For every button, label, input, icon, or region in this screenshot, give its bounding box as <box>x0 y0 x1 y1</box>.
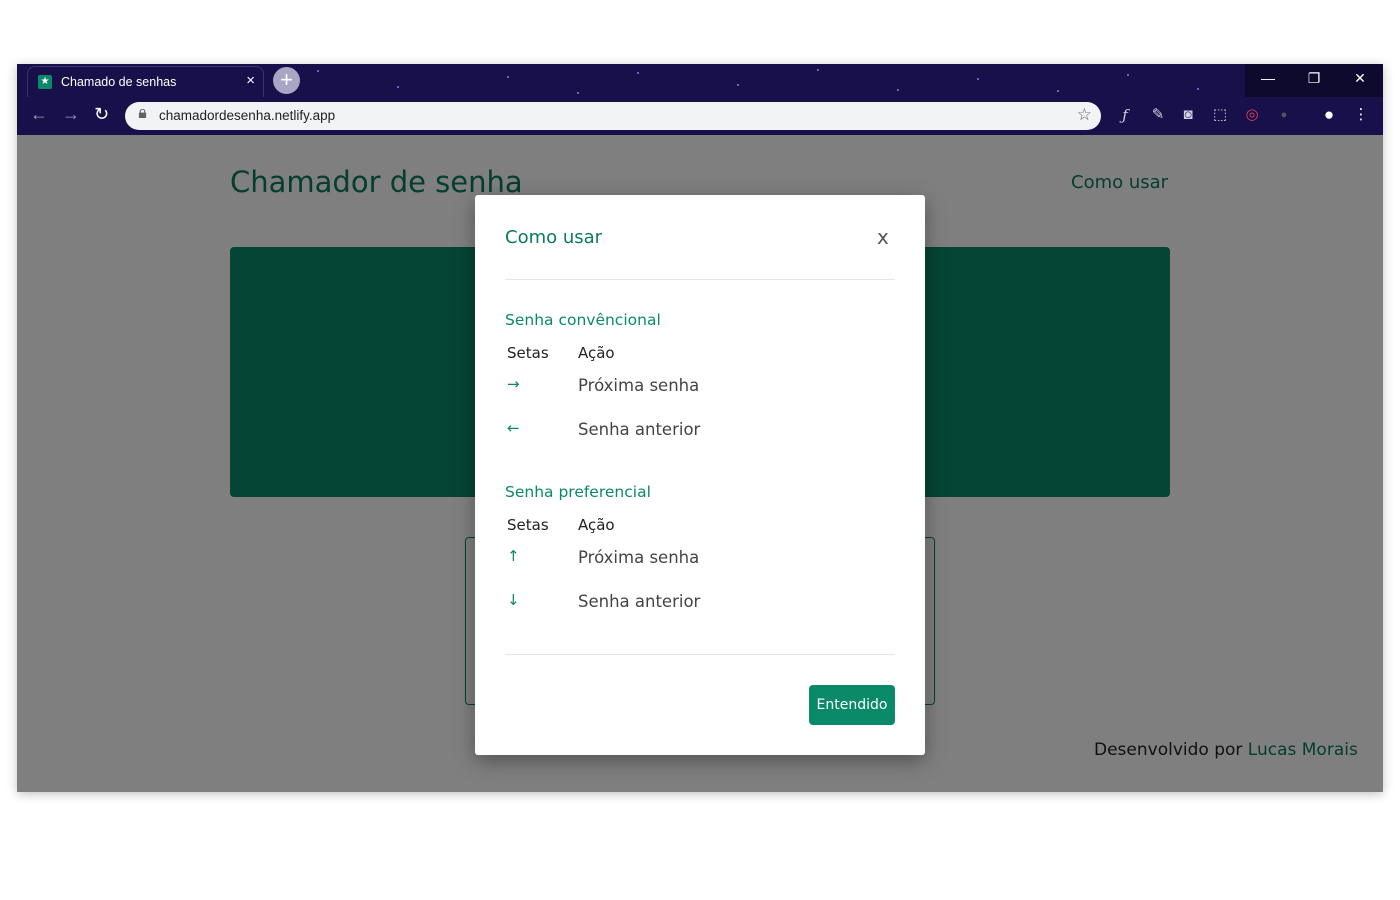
browser-tab[interactable]: ★ Chamado de senhas × <box>27 66 264 97</box>
column-header-action: Ação <box>578 344 615 362</box>
arrow-up-icon: ↑ <box>507 547 520 565</box>
reload-icon[interactable]: ↻ <box>94 104 109 125</box>
extension-screenshot-icon[interactable]: ⬚ <box>1210 105 1230 125</box>
window-close-icon[interactable]: ✕ <box>1337 64 1383 94</box>
address-bar[interactable]: chamadordesenha.netlify.app ☆ <box>125 102 1101 130</box>
forward-icon[interactable]: → <box>62 104 80 125</box>
modal-footer-divider <box>505 654 895 655</box>
browser-toolbar: ← → ↻ chamadordesenha.netlify.app ☆ ƒ ✎ … <box>17 97 1383 135</box>
section-title-conventional: Senha convêncional <box>505 311 661 329</box>
section-title-preferential: Senha preferencial <box>505 483 651 501</box>
back-icon[interactable]: ← <box>30 104 48 125</box>
close-tab-icon[interactable]: × <box>246 72 255 89</box>
arrow-down-icon: ↓ <box>507 591 520 609</box>
action-label: Próxima senha <box>578 548 700 567</box>
browser-menu-icon[interactable]: ⋮ <box>1351 105 1371 125</box>
arrow-left-icon: ← <box>507 419 520 437</box>
arrow-right-icon: → <box>507 375 520 393</box>
column-header-action: Ação <box>578 516 615 534</box>
extension-dark-icon[interactable]: ● <box>1274 105 1294 125</box>
action-label: Próxima senha <box>578 376 700 395</box>
bookmark-star-icon[interactable]: ☆ <box>1077 105 1092 125</box>
modal-title: Como usar <box>505 227 603 248</box>
extension-formula-icon[interactable]: ƒ <box>1115 105 1135 125</box>
window-controls: — ❐ ✕ <box>1245 64 1383 97</box>
modal-header-divider <box>505 279 895 280</box>
extension-red-icon[interactable]: ◎ <box>1242 105 1262 125</box>
tab-title: Chamado de senhas <box>61 75 177 89</box>
url-text: chamadordesenha.netlify.app <box>159 108 336 123</box>
browser-titlebar: ★ Chamado de senhas × + — ❐ ✕ <box>17 64 1383 97</box>
lock-icon <box>138 109 147 118</box>
profile-avatar-icon[interactable]: ● <box>1319 105 1339 125</box>
action-label: Senha anterior <box>578 420 701 439</box>
how-to-use-modal: Como usar x Senha convêncional Setas Açã… <box>475 195 925 755</box>
restore-icon[interactable]: ❐ <box>1291 64 1337 94</box>
minimize-icon[interactable]: — <box>1245 64 1291 94</box>
extension-pen-icon[interactable]: ✎ <box>1148 105 1168 125</box>
column-header-keys: Setas <box>507 344 549 362</box>
extension-camera-icon[interactable]: ◙ <box>1178 105 1198 125</box>
modal-close-button[interactable]: x <box>877 225 889 249</box>
new-tab-button[interactable]: + <box>273 67 300 94</box>
favicon-icon: ★ <box>38 75 52 89</box>
action-label: Senha anterior <box>578 592 701 611</box>
column-header-keys: Setas <box>507 516 549 534</box>
understood-button[interactable]: Entendido <box>809 685 895 725</box>
